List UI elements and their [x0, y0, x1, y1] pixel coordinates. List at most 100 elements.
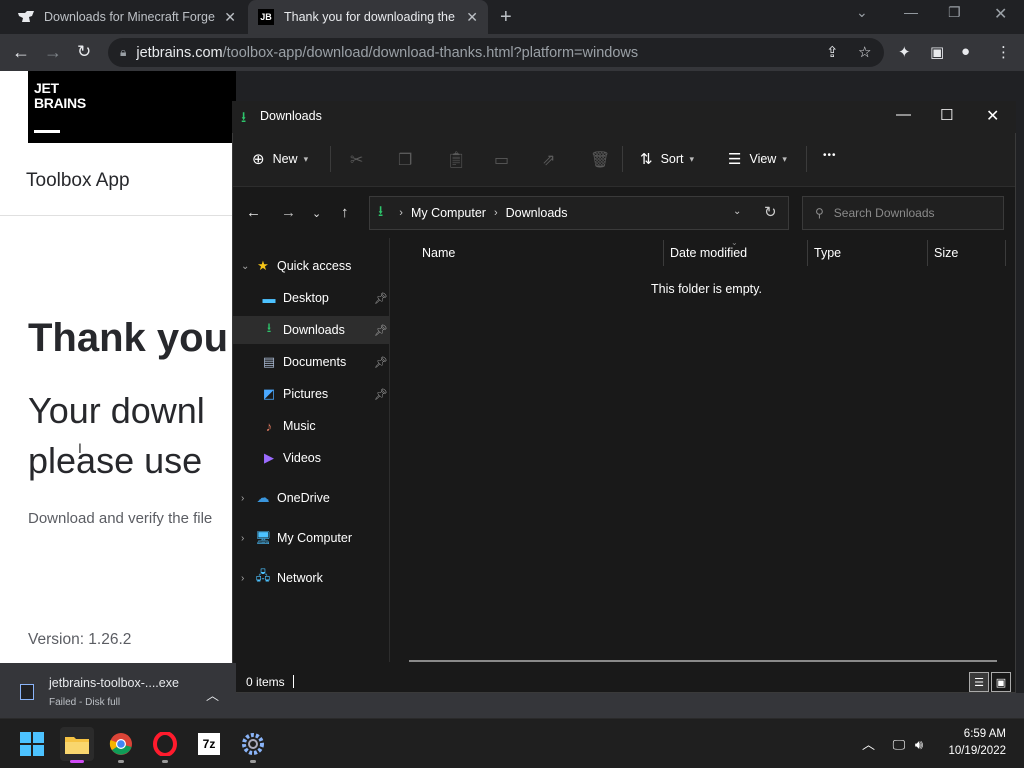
copy-icon[interactable]: ❐	[398, 150, 412, 170]
refresh-icon[interactable]: ↻	[764, 203, 777, 221]
forward-arrow-icon[interactable]: →	[44, 42, 62, 63]
download-shelf	[0, 663, 236, 718]
nav-item-pictures[interactable]: ◩ Pictures 📌︎	[233, 380, 390, 408]
settings-gear-taskbar-icon[interactable]	[236, 727, 270, 761]
cut-icon[interactable]: ✂	[350, 150, 363, 170]
pin-icon: 📌︎	[374, 324, 388, 337]
page-heading: Thank you	[28, 316, 229, 360]
address-bar[interactable]: 🔒︎ jetbrains.com/toolbox-app/download/do…	[108, 38, 884, 67]
new-label: New	[272, 152, 298, 166]
page-subheading-line1: Your downl	[28, 390, 205, 431]
chevron-right-icon[interactable]: ›	[241, 493, 255, 504]
chevron-right-icon[interactable]: ›	[241, 533, 255, 544]
tab-title: Downloads for Minecraft Forge f	[44, 10, 217, 24]
text-cursor-icon: I	[78, 440, 82, 456]
horizontal-scrollbar[interactable]	[409, 660, 997, 662]
7zip-taskbar-icon[interactable]: 7z	[192, 727, 226, 761]
maximize-icon[interactable]: ☐	[940, 106, 953, 124]
product-name[interactable]: Toolbox App	[26, 170, 130, 192]
nav-item-videos[interactable]: ▶ Videos	[233, 444, 390, 472]
nav-onedrive[interactable]: › ☁ OneDrive	[233, 484, 390, 512]
back-arrow-icon[interactable]: ←	[246, 204, 261, 221]
download-filename[interactable]: jetbrains-toolbox-....exe	[49, 676, 179, 690]
address-dropdown-chevron-icon[interactable]: ⌄	[733, 206, 741, 217]
file-explorer-taskbar-icon[interactable]	[60, 727, 94, 761]
extensions-puzzle-icon[interactable]: ✦	[898, 43, 911, 61]
chevron-up-icon[interactable]: ︿	[206, 685, 219, 704]
share-icon[interactable]: ⇪	[826, 43, 839, 61]
rename-icon[interactable]: ▭	[494, 150, 509, 170]
column-header-size[interactable]: Size	[934, 246, 958, 260]
nav-my-computer[interactable]: › 🖥︎ My Computer	[233, 524, 390, 552]
chevron-down-icon[interactable]: ⌄	[241, 261, 255, 272]
minimize-browser-icon[interactable]: —	[904, 4, 918, 20]
side-panel-icon[interactable]: ▣	[930, 43, 944, 61]
reload-icon[interactable]: ↻	[77, 42, 91, 62]
close-icon[interactable]: ✕	[986, 106, 999, 126]
clock-date[interactable]: 10/19/2022	[946, 745, 1006, 757]
column-header-name[interactable]: Name	[422, 246, 455, 260]
tab-search-chevron-icon[interactable]: ⌄	[856, 4, 868, 21]
volume-icon[interactable]: 🔊︎	[915, 737, 923, 752]
up-arrow-icon[interactable]: ↑	[341, 204, 349, 221]
chevron-right-icon[interactable]: ›	[241, 573, 255, 584]
search-input[interactable]: ⚲ Search Downloads	[802, 196, 1004, 230]
details-view-icon[interactable]: ☰	[969, 672, 989, 692]
minimize-icon[interactable]: —	[896, 106, 911, 123]
nav-label: OneDrive	[277, 491, 330, 505]
nav-item-desktop[interactable]: ▬ Desktop 📌︎	[233, 284, 390, 312]
explorer-status-bar	[233, 670, 1015, 692]
delete-icon[interactable]: 🗑︎	[590, 150, 610, 170]
close-browser-icon[interactable]: ✕	[994, 4, 1007, 24]
chrome-taskbar-icon[interactable]	[104, 727, 138, 761]
chrome-menu-icon[interactable]: ⋮	[996, 43, 1011, 61]
windows-start-icon[interactable]	[15, 727, 49, 761]
column-header-type[interactable]: Type	[814, 246, 841, 260]
tab-jetbrains-thanks[interactable]: JB Thank you for downloading the T ✕	[248, 0, 488, 34]
new-tab-plus-icon[interactable]: +	[500, 6, 512, 29]
nav-label: Network	[277, 571, 323, 585]
chevron-up-icon[interactable]: ︿	[862, 737, 875, 752]
share-icon[interactable]: ⇗	[542, 150, 555, 170]
close-tab-icon[interactable]: ✕	[466, 9, 478, 26]
star-icon: ★	[257, 258, 269, 273]
breadcrumb-my-computer[interactable]: My Computer	[411, 206, 486, 220]
page-subheading-line2: please use	[28, 440, 203, 481]
clock-time[interactable]: 6:59 AM	[958, 728, 1006, 740]
logo-text-brains: BRAINS	[34, 95, 86, 111]
bookmark-star-icon[interactable]: ☆	[858, 43, 871, 61]
opera-taskbar-icon[interactable]	[148, 727, 182, 761]
network-monitor-icon[interactable]: 🖵︎	[893, 737, 906, 752]
nav-item-downloads[interactable]: ⭳ Downloads 📌︎	[233, 316, 390, 344]
explorer-address-bar[interactable]: ⭳ › My Computer › Downloads	[369, 196, 789, 230]
nav-item-documents[interactable]: ▤ Documents 📌︎	[233, 348, 390, 376]
column-header-date[interactable]: Date modified	[670, 246, 747, 260]
music-icon: ♪	[265, 418, 273, 434]
restore-browser-icon[interactable]: ❐	[948, 4, 961, 21]
close-tab-icon[interactable]: ✕	[224, 9, 236, 26]
jetbrains-logo[interactable]: JET BRAINS	[28, 71, 100, 143]
nav-item-music[interactable]: ♪ Music	[233, 412, 390, 440]
nav-quick-access[interactable]: ⌄ ★ Quick access	[233, 252, 390, 280]
nav-label: Music	[283, 419, 316, 433]
paste-icon[interactable]: 📋︎	[446, 150, 466, 170]
recent-locations-chevron-icon[interactable]: ⌄	[312, 207, 321, 220]
tab-minecraft-forge[interactable]: Downloads for Minecraft Forge f ✕	[8, 0, 246, 34]
new-button[interactable]: ⊕ New ▾	[252, 150, 308, 168]
tiles-view-icon[interactable]: ▣	[991, 672, 1011, 692]
logo-text-jet: JET	[34, 80, 59, 96]
jb-favicon: JB	[258, 9, 274, 25]
more-options-button[interactable]: •••	[823, 150, 837, 161]
system-tray[interactable]: ︿ 🖵︎ 🔊︎	[862, 734, 923, 753]
sort-button[interactable]: ⇅ Sort ▾	[640, 150, 694, 168]
forward-arrow-icon[interactable]: →	[281, 204, 296, 221]
download-arrow-icon: ⭳	[266, 320, 272, 335]
view-button[interactable]: ☰ View ▾	[728, 150, 787, 168]
nav-network[interactable]: › 🖧︎ Network	[233, 564, 390, 592]
explorer-title: Downloads	[260, 109, 322, 123]
profile-avatar-icon[interactable]: ●	[961, 43, 970, 60]
chevron-right-icon: ›	[493, 207, 498, 219]
back-arrow-icon[interactable]: ←	[12, 42, 30, 63]
breadcrumb-downloads[interactable]: Downloads	[506, 206, 568, 220]
nav-label: Documents	[283, 355, 347, 369]
